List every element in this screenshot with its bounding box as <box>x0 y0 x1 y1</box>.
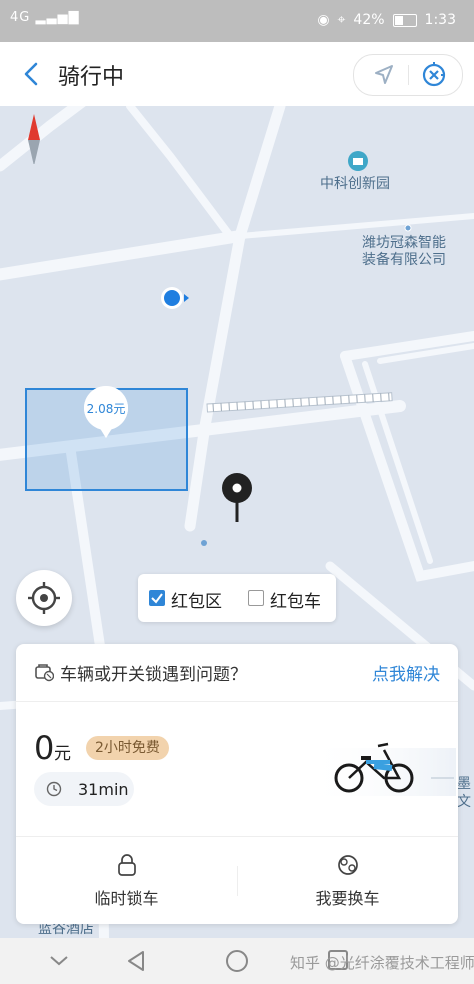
zone-checkbox-label[interactable]: 红包区 <box>171 587 222 612</box>
clock: 1:33 <box>424 12 456 28</box>
switch-bike-icon <box>336 853 360 881</box>
red-packet-marker[interactable]: 2.08元 <box>82 384 130 442</box>
clock-icon <box>46 781 62 801</box>
signal-indicator: 4G ▂▃▅▇ <box>10 10 80 25</box>
system-nav-bar: 知乎 @光纤涂覆技术工程师 <box>0 938 474 984</box>
map-edge-text: 墨 <box>457 776 471 792</box>
issue-banner[interactable]: 车辆或开关锁遇到问题？ 点我解决 <box>16 644 458 702</box>
bike-checkbox[interactable] <box>248 590 264 606</box>
nav-back-button[interactable] <box>124 948 150 978</box>
temp-lock-button[interactable]: 临时锁车 <box>16 837 237 924</box>
navigation-arrow-icon <box>375 65 393 84</box>
red-packet-amount: 2.08元 <box>86 402 126 416</box>
poi-label[interactable]: 中科创新园 <box>320 176 390 193</box>
title-bar: 骑行中 <box>0 42 474 106</box>
navigate-button[interactable] <box>362 57 406 93</box>
ride-fee: 0 <box>34 729 55 767</box>
ride-info-card: 车辆或开关锁遇到问题？ 点我解决 0 元 2小时免费 31min 临时锁车 我要… <box>16 644 458 924</box>
checkmark-icon <box>151 593 163 604</box>
eye-icon: ◉ <box>317 12 330 28</box>
map-legend: 红包区 红包车 <box>138 574 336 622</box>
back-button[interactable] <box>18 58 46 90</box>
location-pin-icon: ⌖ <box>337 12 346 28</box>
chevron-down-icon <box>50 956 68 966</box>
end-ride-button[interactable] <box>414 57 458 93</box>
switch-bike-button[interactable]: 我要换车 <box>237 837 458 924</box>
nav-home-button[interactable] <box>224 948 250 978</box>
crosshair-icon <box>28 582 60 614</box>
relocate-button[interactable] <box>16 570 72 626</box>
bike-illustration-icon <box>306 732 456 802</box>
ride-duration-pill: 31min <box>34 772 134 806</box>
compass-icon <box>20 112 48 166</box>
triangle-back-icon <box>128 951 144 971</box>
signal-icon: ▂▃▅▇ <box>35 10 80 25</box>
close-target-icon <box>422 62 446 87</box>
watermark: 知乎 @光纤涂覆技术工程师 <box>290 954 474 972</box>
free-period-badge: 2小时免费 <box>86 736 169 760</box>
network-type: 4G <box>10 10 31 25</box>
zone-checkbox[interactable] <box>149 590 165 606</box>
lock-icon <box>116 853 138 881</box>
page-title: 骑行中 <box>58 65 125 90</box>
hide-keyboard-button[interactable] <box>46 950 72 976</box>
status-bar: 4G ▂▃▅▇ ◉ ⌖ 42% 1:33 <box>0 0 474 42</box>
ride-duration: 31min <box>78 780 129 799</box>
back-arrow-icon <box>24 62 38 86</box>
header-divider <box>408 65 409 85</box>
poi-label-line: 潍坊冠森智能 <box>362 235 446 251</box>
bike-lock-help-icon <box>34 662 55 686</box>
poi-label-line: 装备有限公司 <box>362 252 446 268</box>
temp-lock-label: 临时锁车 <box>94 889 159 908</box>
user-location-icon <box>159 284 191 316</box>
map-pin-icon <box>221 472 253 528</box>
ride-fee-unit: 元 <box>54 744 71 764</box>
poi-marker-icon <box>347 150 369 176</box>
battery-icon <box>392 13 417 27</box>
switch-bike-label: 我要换车 <box>315 889 380 908</box>
header-action-group <box>353 54 463 96</box>
resolve-issue-link[interactable]: 点我解决 <box>372 660 440 685</box>
poi-label[interactable]: 潍坊冠森智能 装备有限公司 <box>362 235 446 269</box>
circle-home-icon <box>226 950 248 972</box>
issue-text: 车辆或开关锁遇到问题？ <box>60 665 247 685</box>
map-edge-text: 文 <box>457 794 471 810</box>
battery-percent: 42% <box>353 12 385 28</box>
bike-checkbox-label[interactable]: 红包车 <box>270 587 321 612</box>
